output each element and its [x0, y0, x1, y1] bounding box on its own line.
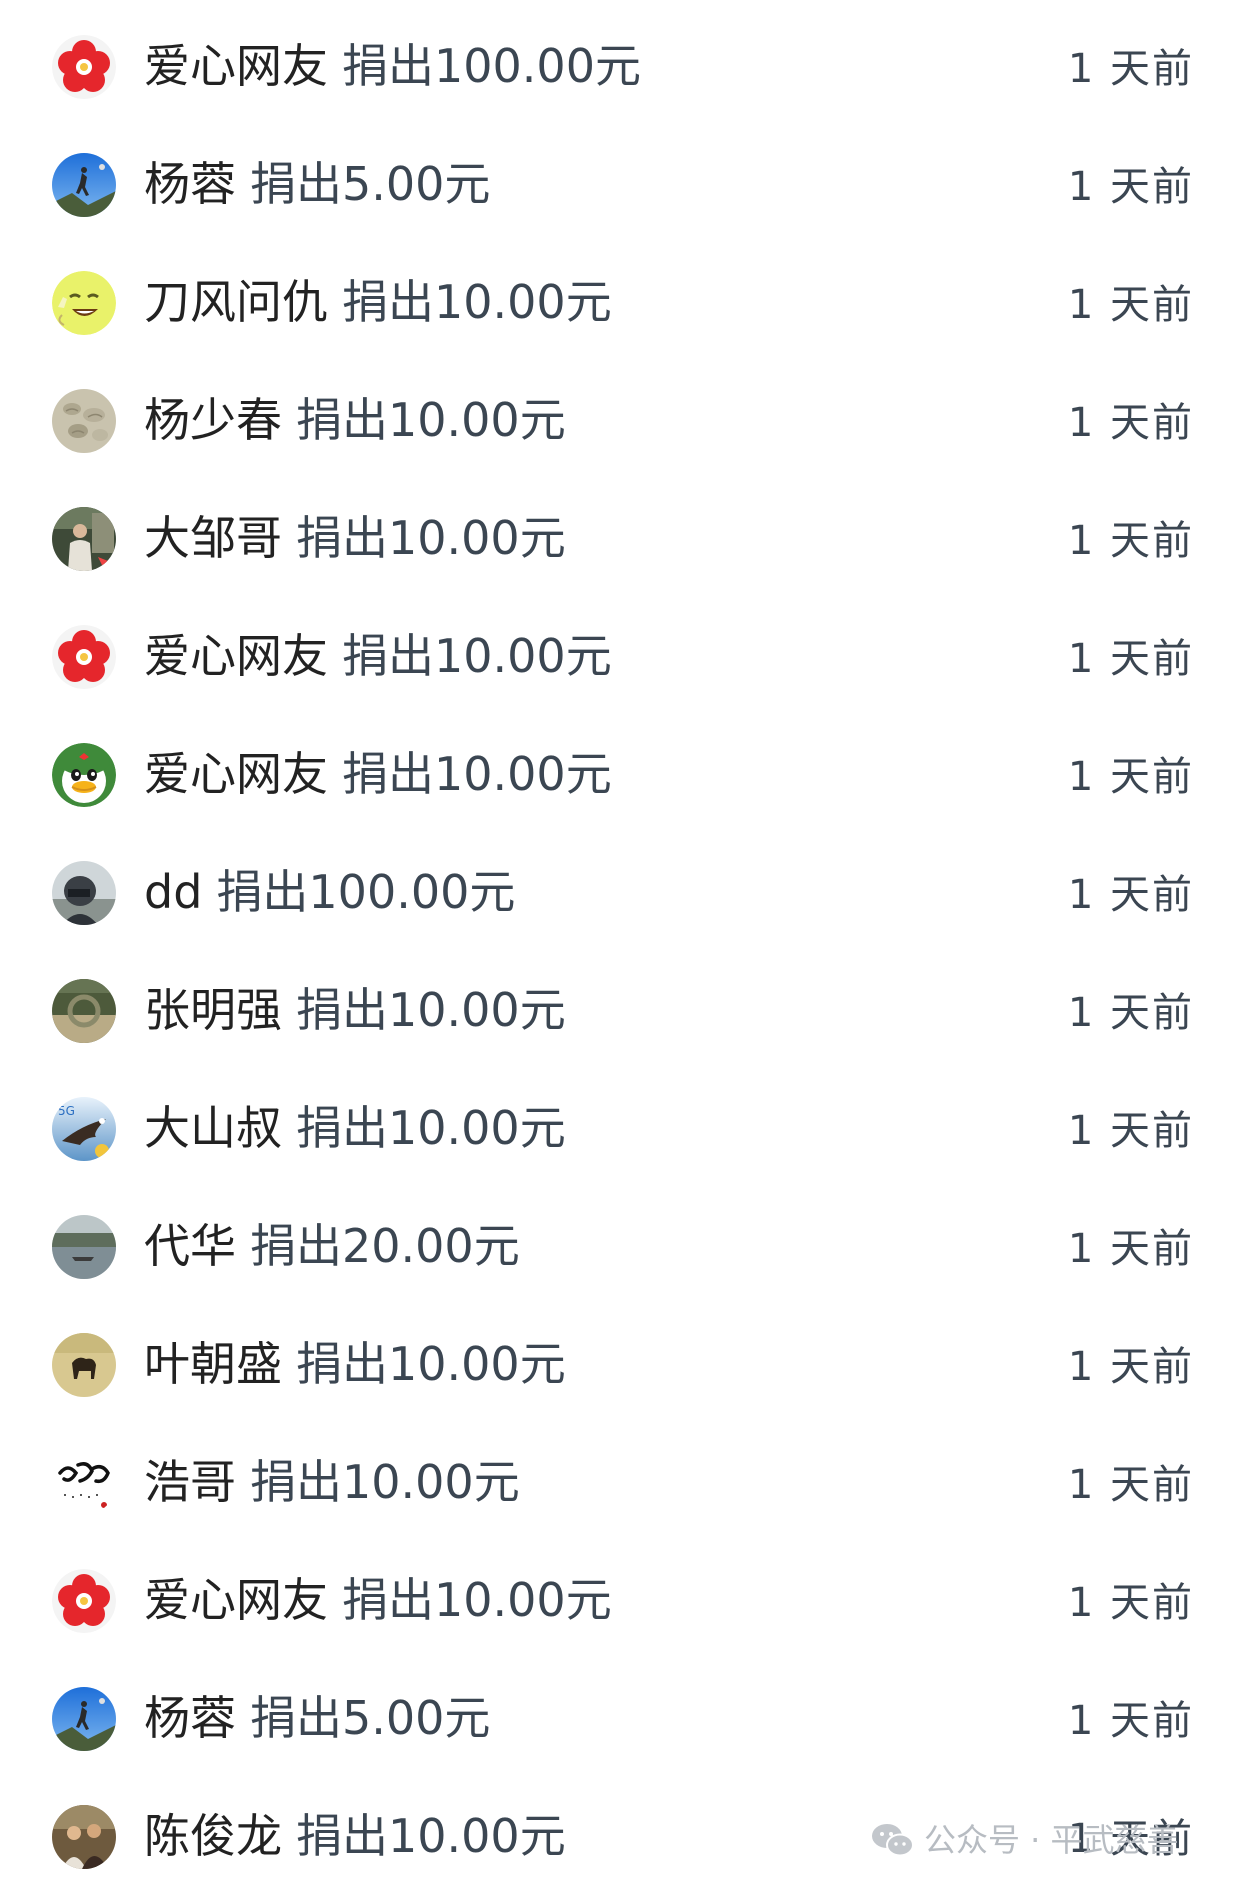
- donation-text: 大山叔 捐出10.00元: [144, 1096, 566, 1160]
- donation-text: 爱心网友 捐出100.00元: [144, 34, 641, 98]
- landscape-circle-avatar[interactable]: [52, 979, 116, 1043]
- donation-amount: 捐出10.00元: [342, 275, 612, 329]
- donation-row: 爱心网友 捐出10.00元 1 天前: [0, 1538, 1234, 1656]
- donor-name[interactable]: 大邹哥: [144, 511, 282, 565]
- donor-name[interactable]: 代华: [144, 1219, 236, 1273]
- donation-list: 爱心网友 捐出100.00元 1 天前 杨蓉 捐出5.00元 1 天前 刀风问仇 捐出10.0…: [0, 0, 1234, 1892]
- donor-name[interactable]: 大山叔: [144, 1101, 282, 1155]
- sky-climber-avatar[interactable]: [52, 1687, 116, 1751]
- donation-time: 1 天前: [1067, 1344, 1194, 1390]
- donation-time: 1 天前: [1067, 518, 1194, 564]
- qq-penguin-avatar[interactable]: [52, 743, 116, 807]
- donation-amount: 捐出100.00元: [216, 865, 516, 919]
- donation-time: 1 天前: [1067, 636, 1194, 682]
- donation-amount: 捐出10.00元: [250, 1455, 520, 1509]
- svg-text:5G: 5G: [58, 1104, 75, 1118]
- lake-boat-avatar[interactable]: [52, 1215, 116, 1279]
- donation-amount: 捐出10.00元: [296, 983, 566, 1037]
- donation-row: 浩哥 捐出10.00元 1 天前: [0, 1420, 1234, 1538]
- donation-text: 爱心网友 捐出10.00元: [144, 624, 612, 688]
- donation-row: 爱心网友 捐出10.00元 1 天前: [0, 712, 1234, 830]
- donation-time: 1 天前: [1067, 282, 1194, 328]
- donation-time: 1 天前: [1067, 1698, 1194, 1744]
- red-flower-avatar[interactable]: [52, 35, 116, 99]
- calligraphy-avatar[interactable]: [52, 1451, 116, 1515]
- donation-text: 爱心网友 捐出10.00元: [144, 1568, 612, 1632]
- donation-amount: 捐出10.00元: [296, 1101, 566, 1155]
- donation-amount: 捐出10.00元: [342, 1573, 612, 1627]
- wechat-icon: [870, 1821, 914, 1859]
- donation-time: 1 天前: [1067, 46, 1194, 92]
- donation-row: 杨蓉 捐出5.00元 1 天前: [0, 1656, 1234, 1774]
- donation-text: 杨少春 捐出10.00元: [144, 388, 566, 452]
- donation-row: 爱心网友 捐出10.00元 1 天前: [0, 594, 1234, 712]
- donation-row: dd 捐出100.00元 1 天前: [0, 830, 1234, 948]
- red-flower-avatar[interactable]: [52, 1569, 116, 1633]
- donation-time: 1 天前: [1067, 1108, 1194, 1154]
- dog-field-avatar[interactable]: [52, 1333, 116, 1397]
- donor-name[interactable]: 刀风问仇: [144, 275, 328, 329]
- donor-name[interactable]: 杨少春: [144, 393, 282, 447]
- eagle-5g-avatar[interactable]: 5G: [52, 1097, 116, 1161]
- watermark: 公众号 · 平武慈善: [870, 1818, 1179, 1862]
- donation-row: 爱心网友 捐出100.00元 1 天前: [0, 4, 1234, 122]
- sky-climber-avatar[interactable]: [52, 153, 116, 217]
- donation-row: 叶朝盛 捐出10.00元 1 天前: [0, 1302, 1234, 1420]
- donation-text: 浩哥 捐出10.00元: [144, 1450, 520, 1514]
- donation-amount: 捐出10.00元: [342, 747, 612, 801]
- smiley-peace-avatar[interactable]: [52, 271, 116, 335]
- group-photo-avatar[interactable]: [52, 1805, 116, 1869]
- donor-name[interactable]: 叶朝盛: [144, 1337, 282, 1391]
- donation-text: 代华 捐出20.00元: [144, 1214, 520, 1278]
- donor-name[interactable]: 爱心网友: [144, 1573, 328, 1627]
- watermark-text: 公众号 · 平武慈善: [924, 1821, 1179, 1859]
- donation-time: 1 天前: [1067, 754, 1194, 800]
- donor-name[interactable]: 杨蓉: [144, 1691, 236, 1745]
- donation-time: 1 天前: [1067, 872, 1194, 918]
- donation-text: 张明强 捐出10.00元: [144, 978, 566, 1042]
- donation-amount: 捐出5.00元: [250, 157, 491, 211]
- donation-amount: 捐出10.00元: [342, 629, 612, 683]
- donation-row: 5G 大山叔 捐出10.00元 1 天前: [0, 1066, 1234, 1184]
- donor-name[interactable]: 爱心网友: [144, 39, 328, 93]
- donation-time: 1 天前: [1067, 1462, 1194, 1508]
- donation-time: 1 天前: [1067, 400, 1194, 446]
- donation-amount: 捐出20.00元: [250, 1219, 520, 1273]
- donor-name[interactable]: 爱心网友: [144, 747, 328, 801]
- donation-row: 杨蓉 捐出5.00元 1 天前: [0, 122, 1234, 240]
- donation-time: 1 天前: [1067, 1226, 1194, 1272]
- donation-row: 杨少春 捐出10.00元 1 天前: [0, 358, 1234, 476]
- donor-name[interactable]: 张明强: [144, 983, 282, 1037]
- donation-text: 杨蓉 捐出5.00元: [144, 152, 490, 216]
- donation-amount: 捐出5.00元: [250, 1691, 491, 1745]
- donor-name[interactable]: 浩哥: [144, 1455, 236, 1509]
- donation-amount: 捐出10.00元: [296, 511, 566, 565]
- donor-name[interactable]: 杨蓉: [144, 157, 236, 211]
- donation-time: 1 天前: [1067, 1580, 1194, 1626]
- donation-amount: 捐出10.00元: [296, 1337, 566, 1391]
- helmet-rider-avatar[interactable]: [52, 861, 116, 925]
- donation-row: 刀风问仇 捐出10.00元 1 天前: [0, 240, 1234, 358]
- red-flower-avatar[interactable]: [52, 625, 116, 689]
- donation-time: 1 天前: [1067, 990, 1194, 1036]
- donor-name[interactable]: 陈俊龙: [144, 1809, 282, 1863]
- donation-text: dd 捐出100.00元: [144, 860, 515, 924]
- donation-text: 陈俊龙 捐出10.00元: [144, 1804, 566, 1868]
- man-photo-avatar[interactable]: [52, 507, 116, 571]
- donation-row: 代华 捐出20.00元 1 天前: [0, 1184, 1234, 1302]
- donation-time: 1 天前: [1067, 164, 1194, 210]
- donation-row: 大邹哥 捐出10.00元 1 天前: [0, 476, 1234, 594]
- donation-text: 大邹哥 捐出10.00元: [144, 506, 566, 570]
- donation-amount: 捐出10.00元: [296, 1809, 566, 1863]
- donation-text: 叶朝盛 捐出10.00元: [144, 1332, 566, 1396]
- donor-name[interactable]: dd: [144, 865, 202, 919]
- donation-text: 爱心网友 捐出10.00元: [144, 742, 612, 806]
- donation-amount: 捐出10.00元: [296, 393, 566, 447]
- donation-text: 杨蓉 捐出5.00元: [144, 1686, 490, 1750]
- stone-texture-avatar[interactable]: [52, 389, 116, 453]
- donation-amount: 捐出100.00元: [342, 39, 641, 93]
- donation-row: 张明强 捐出10.00元 1 天前: [0, 948, 1234, 1066]
- donation-text: 刀风问仇 捐出10.00元: [144, 270, 612, 334]
- donor-name[interactable]: 爱心网友: [144, 629, 328, 683]
